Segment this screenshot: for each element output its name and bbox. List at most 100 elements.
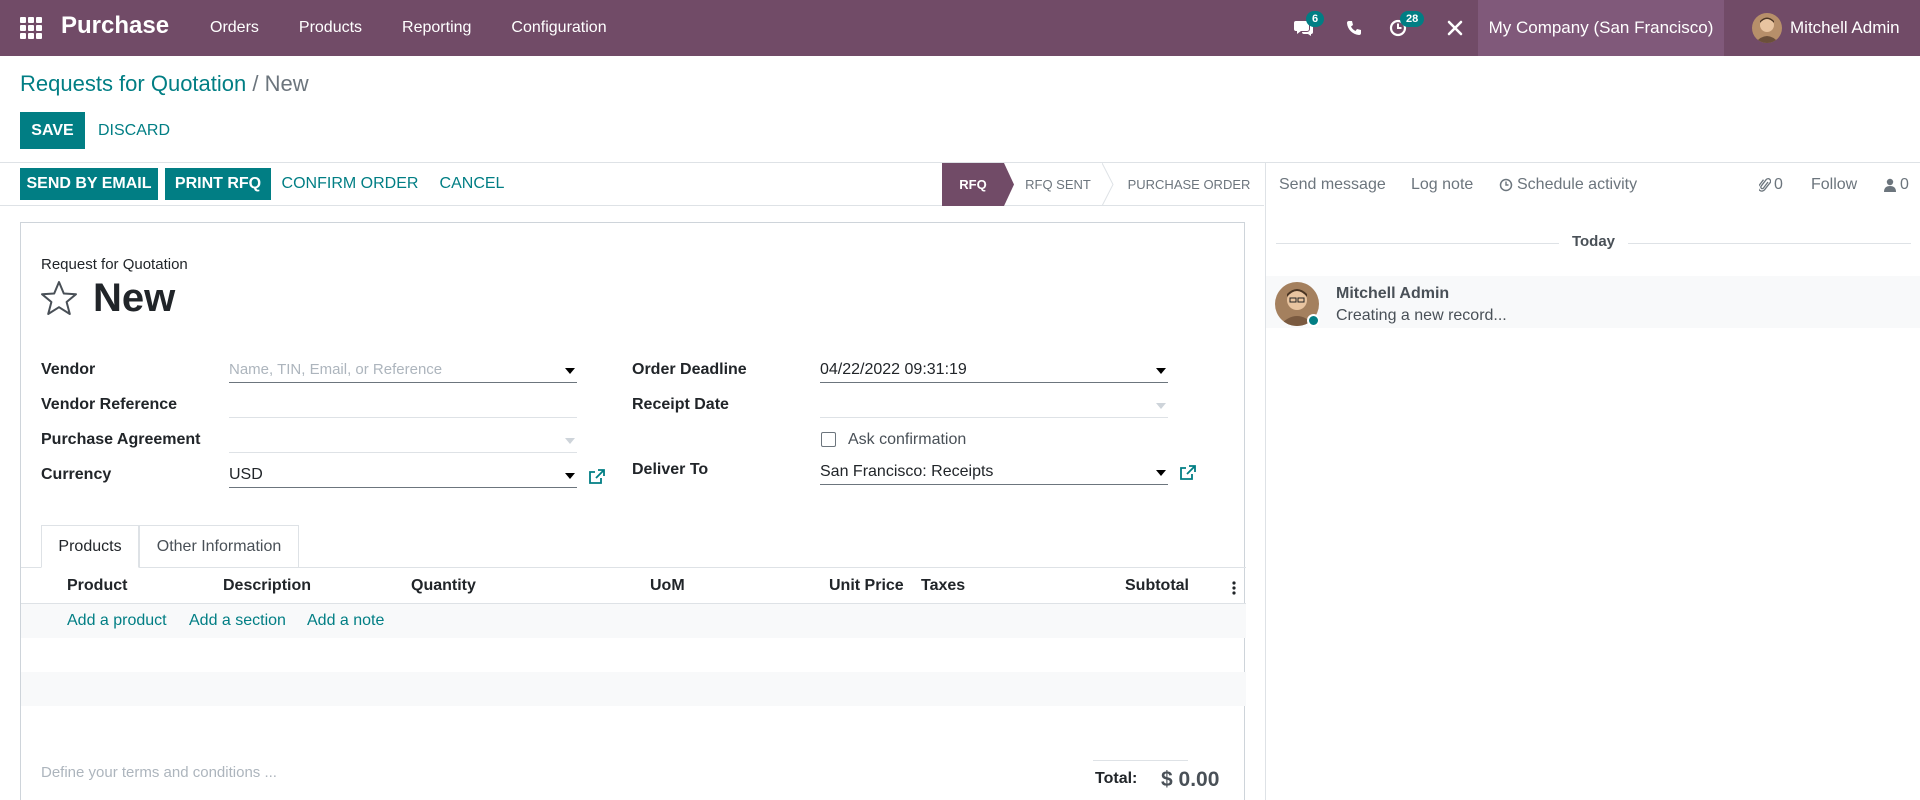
- user-icon: [1884, 178, 1896, 192]
- stage-rfq-sent-label: RFQ SENT: [1025, 177, 1091, 192]
- receipt-date-field[interactable]: [820, 392, 1168, 418]
- star-icon[interactable]: [40, 280, 78, 316]
- currency-field[interactable]: USD: [229, 462, 577, 488]
- menu-configuration[interactable]: Configuration: [491, 0, 626, 56]
- user-name: Mitchell Admin: [1790, 18, 1900, 37]
- phone-button[interactable]: [1336, 0, 1372, 56]
- order-deadline-value: 04/22/2022 09:31:19: [820, 361, 967, 378]
- apps-menu-icon[interactable]: [20, 17, 42, 39]
- attachments-button[interactable]: 0: [1759, 176, 1783, 194]
- total-value: $ 0.00: [1161, 768, 1220, 791]
- receipt-date-label: Receipt Date: [632, 396, 729, 413]
- column-uom[interactable]: UoM: [650, 577, 685, 595]
- purchase-agreement-label: Purchase Agreement: [41, 431, 201, 448]
- online-status-icon: [1307, 314, 1320, 327]
- form-statusbar: SEND BY EMAIL PRINT RFQ CONFIRM ORDER CA…: [0, 163, 1264, 206]
- total-divider: [1093, 760, 1188, 761]
- add-section-link[interactable]: Add a section: [189, 612, 286, 630]
- breadcrumb: Requests for Quotation / New: [20, 71, 309, 97]
- ask-confirmation-checkbox[interactable]: [821, 432, 836, 447]
- vendor-field[interactable]: Name, TIN, Email, or Reference: [229, 357, 577, 383]
- deliver-to-external-link-icon[interactable]: [1179, 464, 1197, 482]
- currency-external-link-icon[interactable]: [588, 468, 606, 486]
- currency-label: Currency: [41, 466, 112, 483]
- add-product-link[interactable]: Add a product: [67, 612, 167, 630]
- attachments-count: 0: [1774, 176, 1783, 193]
- followers-button[interactable]: 0: [1884, 176, 1909, 194]
- save-button[interactable]: SAVE: [20, 112, 85, 149]
- activity-count-badge: 28: [1400, 11, 1425, 27]
- vendor-reference-input[interactable]: [229, 392, 577, 418]
- company-switcher[interactable]: My Company (San Francisco): [1478, 0, 1724, 56]
- tab-products[interactable]: Products: [41, 525, 139, 568]
- total-label: Total:: [1095, 770, 1138, 787]
- date-separator: Today: [1266, 233, 1920, 251]
- follow-button[interactable]: Follow: [1811, 176, 1857, 194]
- menu-products[interactable]: Products: [279, 0, 382, 56]
- receipt-dropdown-icon[interactable]: [1156, 403, 1166, 409]
- breadcrumb-parent[interactable]: Requests for Quotation: [20, 71, 246, 96]
- schedule-activity-label: Schedule activity: [1517, 176, 1638, 193]
- column-unit-price[interactable]: Unit Price: [829, 577, 904, 595]
- confirm-order-button[interactable]: CONFIRM ORDER: [279, 168, 421, 200]
- stage-rfq-label: RFQ: [959, 177, 987, 192]
- column-description[interactable]: Description: [223, 577, 311, 595]
- deliver-to-field[interactable]: San Francisco: Receipts: [820, 459, 1168, 485]
- message-body: Creating a new record...: [1336, 307, 1507, 324]
- chatter-topbar: Send message Log note Schedule activity …: [1266, 163, 1920, 206]
- order-deadline-field[interactable]: 04/22/2022 09:31:19: [820, 357, 1168, 383]
- followers-count: 0: [1900, 176, 1909, 193]
- deliver-to-dropdown-icon[interactable]: [1156, 470, 1166, 476]
- vendor-dropdown-icon[interactable]: [565, 368, 575, 374]
- cancel-button[interactable]: CANCEL: [432, 168, 512, 200]
- app-brand[interactable]: Purchase: [61, 12, 169, 40]
- print-rfq-button[interactable]: PRINT RFQ: [165, 168, 271, 200]
- deadline-dropdown-icon[interactable]: [1156, 368, 1166, 374]
- record-title: New: [93, 276, 176, 320]
- chat-count-badge: 6: [1306, 11, 1325, 27]
- send-by-email-button[interactable]: SEND BY EMAIL: [20, 168, 158, 200]
- stage-purchase-order[interactable]: PURCHASE ORDER: [1114, 163, 1264, 206]
- log-note-button[interactable]: Log note: [1411, 176, 1473, 194]
- stage-rfq[interactable]: RFQ: [942, 163, 1004, 206]
- chatter-message: Mitchell Admin Creating a new record...: [1266, 276, 1920, 328]
- menu-orders[interactable]: Orders: [190, 0, 279, 56]
- deliver-to-value: San Francisco: Receipts: [820, 463, 994, 480]
- column-quantity[interactable]: Quantity: [411, 577, 476, 595]
- column-subtotal[interactable]: Subtotal: [1125, 577, 1189, 595]
- tab-other-information[interactable]: Other Information: [139, 525, 299, 568]
- ask-confirmation-label[interactable]: Ask confirmation: [848, 431, 966, 449]
- add-note-link[interactable]: Add a note: [307, 612, 384, 630]
- clock-icon: [1499, 178, 1513, 192]
- form-sheet: Request for Quotation New Vendor Name, T…: [20, 222, 1246, 800]
- schedule-activity-button[interactable]: Schedule activity: [1499, 176, 1637, 194]
- column-taxes[interactable]: Taxes: [921, 577, 965, 595]
- table-row: [21, 672, 1246, 706]
- messaging-button[interactable]: [1284, 0, 1324, 56]
- top-navbar: Purchase Orders Products Reporting Confi…: [0, 0, 1920, 56]
- debug-tools-button[interactable]: [1440, 0, 1470, 56]
- stage-arrow: [1004, 163, 1014, 206]
- phone-icon: [1347, 21, 1361, 35]
- stage-arrow: [1102, 163, 1114, 206]
- vendor-label: Vendor: [41, 361, 96, 378]
- terms-and-conditions-input[interactable]: Define your terms and conditions ...: [41, 764, 277, 781]
- vendor-reference-label: Vendor Reference: [41, 396, 178, 413]
- optional-columns-icon[interactable]: [1231, 578, 1237, 596]
- discard-button[interactable]: DISCARD: [92, 112, 176, 149]
- table-row: [21, 638, 1246, 672]
- user-menu[interactable]: Mitchell Admin: [1752, 0, 1900, 56]
- order-lines-header: Product Description Quantity UoM Unit Pr…: [21, 568, 1246, 604]
- column-product[interactable]: Product: [67, 577, 127, 595]
- message-author[interactable]: Mitchell Admin: [1336, 285, 1449, 303]
- currency-dropdown-icon[interactable]: [565, 473, 575, 479]
- chatter-panel: Send message Log note Schedule activity …: [1265, 163, 1920, 800]
- main-menu: Orders Products Reporting Configuration: [190, 0, 627, 56]
- tools-icon: [1447, 20, 1463, 36]
- stage-rfq-sent[interactable]: RFQ SENT: [1014, 163, 1102, 206]
- menu-reporting[interactable]: Reporting: [382, 0, 491, 56]
- purchase-agreement-field[interactable]: [229, 427, 577, 453]
- send-message-button[interactable]: Send message: [1279, 176, 1386, 194]
- agreement-dropdown-icon[interactable]: [565, 438, 575, 444]
- activity-button[interactable]: [1378, 0, 1418, 56]
